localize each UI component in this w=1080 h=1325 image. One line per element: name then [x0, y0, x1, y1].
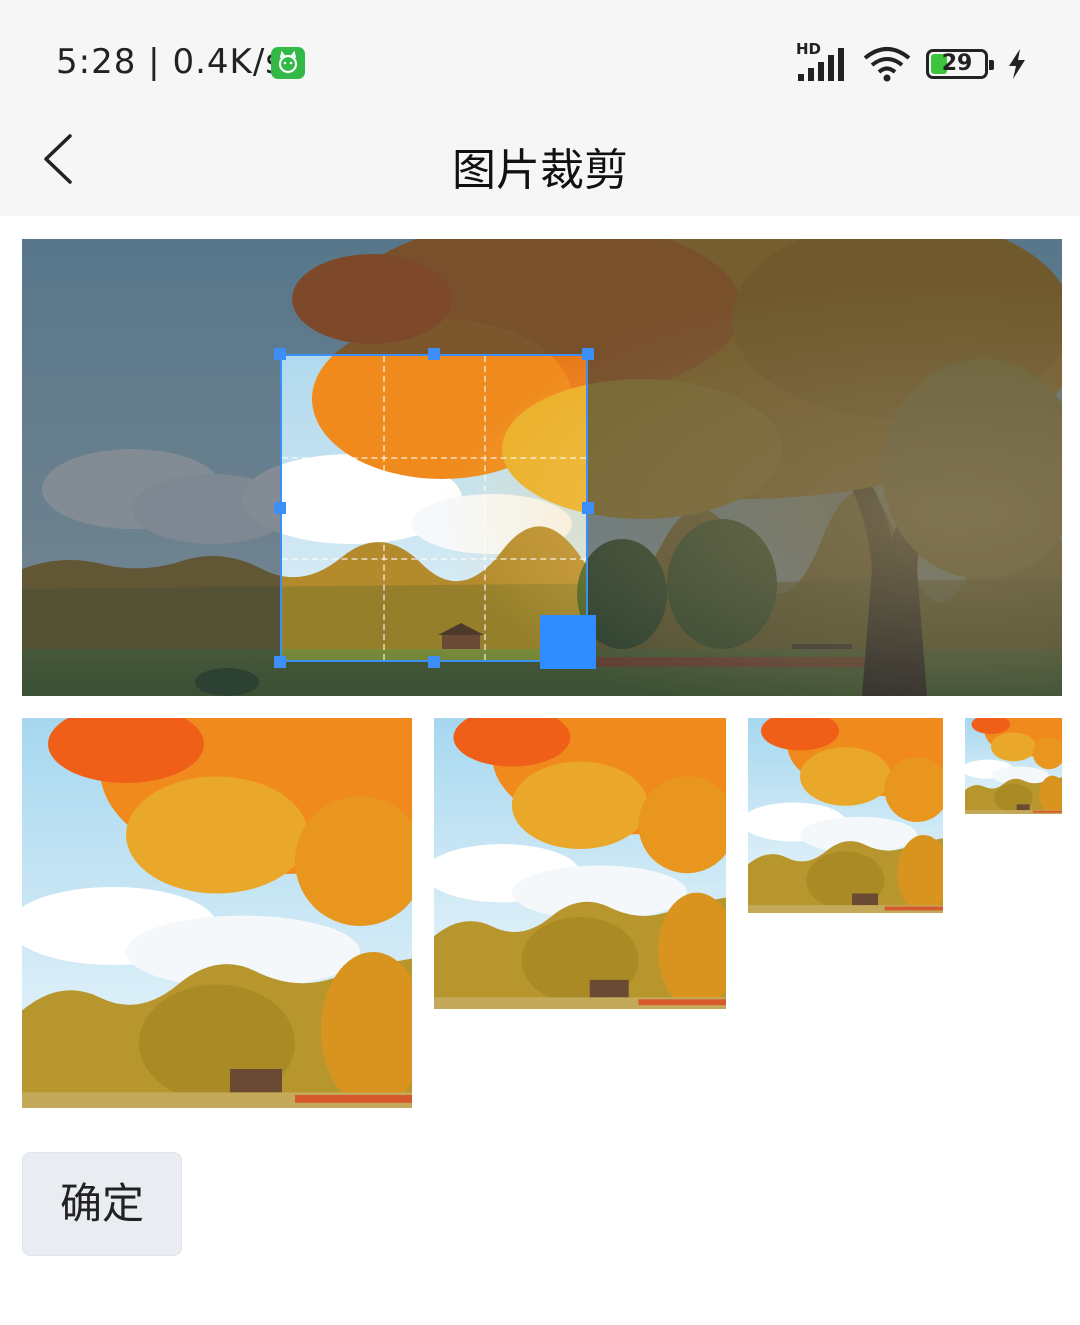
cat-app-icon	[271, 47, 305, 79]
page-title: 图片裁剪	[452, 145, 628, 196]
battery-icon: 29	[926, 49, 994, 79]
app-header: 图片裁剪	[0, 110, 1080, 216]
grid-line	[484, 356, 487, 660]
preview-small	[748, 718, 943, 913]
grid-line	[282, 457, 586, 460]
status-time: 5:28 | 0.4K/s	[56, 42, 284, 82]
crop-handle-bottom-left[interactable]	[274, 656, 286, 668]
network-speed: 0.4K/s	[172, 42, 284, 82]
crop-handle-right[interactable]	[582, 502, 594, 514]
crop-preview-image	[965, 718, 1062, 814]
cellular-signal-icon: HD	[796, 40, 848, 82]
crop-handle-top-right[interactable]	[582, 348, 594, 360]
status-icons: HD 29	[796, 40, 1028, 84]
status-bar: 5:28 | 0.4K/s HD 29	[0, 0, 1080, 110]
crop-preview-image	[22, 718, 412, 1108]
confirm-button[interactable]: 确定	[22, 1152, 182, 1256]
crop-canvas[interactable]	[22, 239, 1062, 696]
crop-preview-image	[434, 718, 726, 1009]
status-separator: |	[148, 42, 161, 82]
preview-extra-small	[965, 718, 1062, 814]
battery-tip	[989, 60, 994, 70]
grid-line	[383, 356, 386, 660]
crop-handle-left[interactable]	[274, 502, 286, 514]
battery-level: 29	[941, 51, 973, 76]
crop-preview-image	[748, 718, 943, 913]
crop-handle-bottom[interactable]	[428, 656, 440, 668]
preview-medium	[434, 718, 726, 1009]
crop-resize-handle[interactable]	[540, 615, 596, 669]
wifi-icon	[862, 46, 912, 82]
crop-handle-top[interactable]	[428, 348, 440, 360]
grid-line	[282, 558, 586, 561]
lightning-icon	[1006, 48, 1028, 80]
preview-large	[22, 718, 412, 1108]
clock: 5:28	[56, 42, 137, 82]
crop-handle-top-left[interactable]	[274, 348, 286, 360]
